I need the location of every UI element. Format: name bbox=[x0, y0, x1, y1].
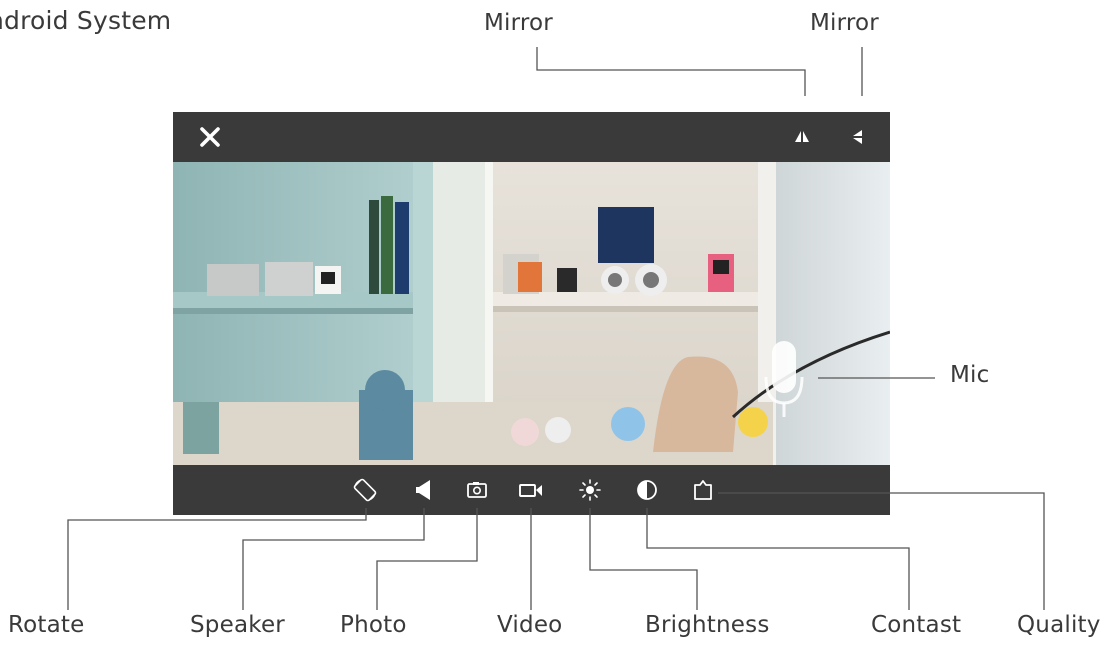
contast-label: Contast bbox=[871, 612, 962, 638]
leader-rotate bbox=[67, 508, 367, 610]
mic-button[interactable] bbox=[761, 337, 807, 421]
title-label: ndroid System bbox=[0, 6, 172, 35]
speaker-button[interactable] bbox=[408, 474, 440, 506]
contrast-icon bbox=[637, 480, 657, 500]
mic-label: Mic bbox=[950, 362, 990, 388]
leader-mirror-left bbox=[536, 47, 806, 96]
video-button[interactable] bbox=[515, 474, 547, 506]
photo-button[interactable] bbox=[461, 474, 493, 506]
rotate-button[interactable] bbox=[349, 474, 381, 506]
brightness-label: Brightness bbox=[645, 612, 770, 638]
speaker-label: Speaker bbox=[190, 612, 285, 638]
brightness-icon bbox=[579, 479, 601, 501]
leader-contast bbox=[646, 508, 910, 610]
camera-feed bbox=[173, 162, 890, 465]
leader-photo bbox=[376, 508, 478, 610]
close-button[interactable] bbox=[194, 121, 226, 153]
mirror-horizontal-button[interactable] bbox=[786, 121, 818, 153]
mirror-left-label: Mirror bbox=[484, 10, 553, 36]
viewer-bottom-bar bbox=[173, 465, 890, 515]
brightness-button[interactable] bbox=[574, 474, 606, 506]
viewer-top-bar bbox=[173, 112, 890, 162]
video-icon bbox=[519, 484, 542, 497]
camera-icon bbox=[467, 482, 487, 498]
photo-label: Photo bbox=[340, 612, 407, 638]
camera-viewer bbox=[173, 112, 890, 515]
quality-icon bbox=[694, 480, 712, 500]
speaker-icon bbox=[416, 480, 430, 500]
mirror-horizontal-icon bbox=[795, 131, 809, 142]
close-icon bbox=[200, 127, 220, 147]
mirror-vertical-button[interactable] bbox=[841, 121, 873, 153]
leader-brightness bbox=[589, 508, 698, 610]
mirror-vertical-icon bbox=[853, 130, 862, 144]
mirror-right-label: Mirror bbox=[810, 10, 879, 36]
leader-speaker bbox=[242, 508, 425, 610]
rotate-label: Rotate bbox=[8, 612, 85, 638]
rotate-icon bbox=[353, 478, 377, 502]
contrast-button[interactable] bbox=[631, 474, 663, 506]
mic-icon bbox=[764, 341, 804, 417]
video-label: Video bbox=[497, 612, 563, 638]
quality-button[interactable] bbox=[687, 474, 719, 506]
quality-label: Quality bbox=[1017, 612, 1101, 638]
